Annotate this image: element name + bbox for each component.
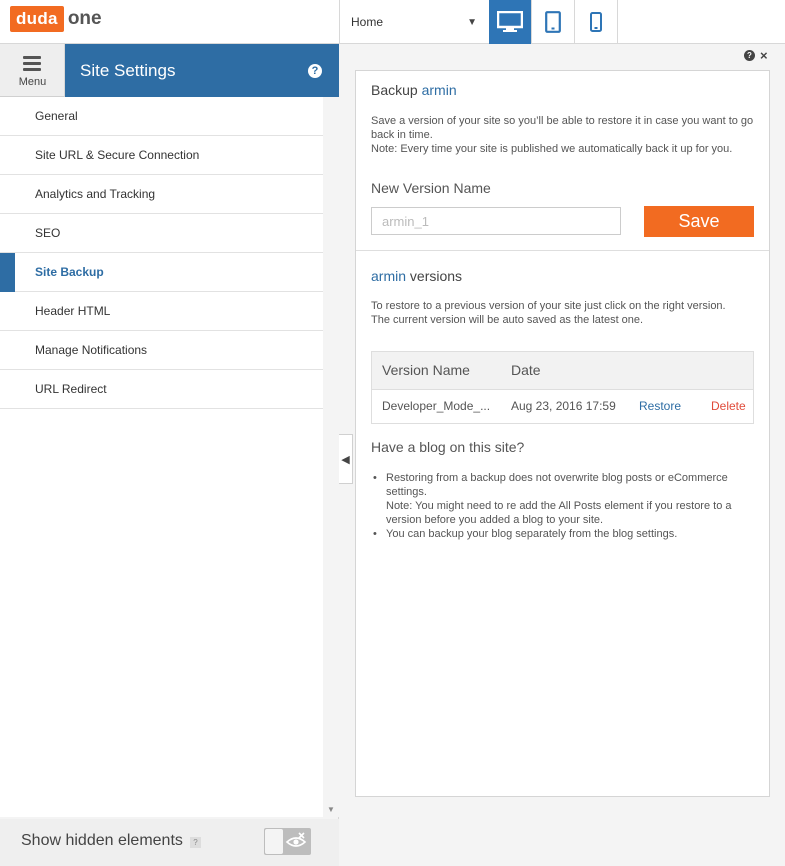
table-row: Developer_Mode_... Aug 23, 2016 17:59 Re… [372,390,753,423]
sidebar-item-site-backup[interactable]: Site Backup [0,253,323,292]
blog-bullet-note: Note: You might need to re add the All P… [386,500,732,526]
sidebar-item-general[interactable]: General [0,97,323,136]
mobile-view-button[interactable] [575,0,618,44]
sidebar-header: Menu Site Settings ? [0,44,339,97]
close-icon[interactable]: × [760,49,768,62]
save-button[interactable]: Save [644,206,754,237]
top-bar: duda one Home ▼ [0,0,785,44]
menu-button[interactable]: Menu [0,44,65,97]
restore-link[interactable]: Restore [639,399,681,413]
versions-heading: armin versions [371,268,462,284]
toggle-knob [265,829,283,854]
panel-help-icon[interactable]: ? [744,50,755,61]
eye-hidden-icon [285,832,307,847]
hamburger-icon [23,56,41,74]
blog-info-list: Restoring from a backup does not overwri… [371,471,756,541]
show-hidden-label: Show hidden elements [21,832,183,849]
backup-heading: Backup armin [371,82,457,98]
restore-description: To restore to a previous version of your… [371,299,756,327]
site-name: armin [421,82,457,98]
logo-text: one [67,8,102,29]
table-header: Version Name Date [372,352,753,390]
blog-heading: Have a blog on this site? [371,439,525,455]
chevron-down-icon: ▼ [467,17,477,28]
versions-heading-suffix: versions [409,268,463,284]
collapse-panel-button[interactable]: ◀ [339,434,353,484]
sidebar-item-url-redirect[interactable]: URL Redirect [0,370,323,409]
versions-table: Version Name Date Developer_Mode_... Aug… [371,351,754,424]
sidebar-item-seo[interactable]: SEO [0,214,323,253]
restore-note: The current version will be auto saved a… [371,314,644,326]
show-hidden-toggle[interactable] [264,828,311,855]
new-version-name-input[interactable] [371,207,621,235]
page-select[interactable]: Home ▼ [339,0,489,44]
backup-description-text: Save a version of your site so you’ll be… [371,115,754,141]
settings-nav: General Site URL & Secure Connection Ana… [0,97,323,817]
panel-controls: ? × [744,49,768,62]
logo-mark: duda [10,6,64,32]
column-header-version-name: Version Name [382,362,470,378]
site-backup-panel: Backup armin Save a version of your site… [355,70,770,797]
backup-section: Backup armin Save a version of your site… [356,71,769,251]
sidebar-item-site-url[interactable]: Site URL & Secure Connection [0,136,323,175]
sidebar-footer: Show hidden elements ? [0,819,339,866]
chevron-left-icon: ◀ [341,454,350,466]
sidebar: Menu Site Settings ? General Site URL & … [0,44,339,866]
app-root: duda one Home ▼ Menu Site Settings ? Gen… [0,0,785,866]
backup-description: Save a version of your site so you’ll be… [371,114,756,156]
sidebar-item-header-html[interactable]: Header HTML [0,292,323,331]
blog-bullet-text: You can backup your blog separately from… [386,528,678,540]
delete-link[interactable]: Delete [711,399,746,413]
panel-area: ◀ ? × Backup armin Save a version of you… [339,44,785,866]
sidebar-item-analytics[interactable]: Analytics and Tracking [0,175,323,214]
scroll-down-icon[interactable]: ▼ [323,803,339,817]
sidebar-title-text: Site Settings [80,61,176,80]
sidebar-scrollbar[interactable]: ▼ [323,97,339,817]
duda-one-logo: duda one [10,6,102,32]
desktop-view-button[interactable] [489,0,532,44]
blog-bullet-text: Restoring from a backup does not overwri… [386,472,728,498]
sidebar-title: Site Settings ? [65,44,339,97]
restore-description-text: To restore to a previous version of your… [371,300,726,312]
help-icon[interactable]: ? [308,64,322,78]
tablet-view-button[interactable] [532,0,575,44]
versions-site-name: armin [371,268,407,284]
menu-label: Menu [18,76,47,88]
backup-note: Note: Every time your site is published … [371,143,733,155]
version-name-cell: Developer_Mode_... [382,399,491,413]
backup-heading-prefix: Backup [371,82,418,98]
mobile-icon [590,12,602,32]
hidden-elements-help-icon[interactable]: ? [190,837,201,848]
new-version-label: New Version Name [371,180,491,196]
sidebar-item-notifications[interactable]: Manage Notifications [0,331,323,370]
version-date-cell: Aug 23, 2016 17:59 [511,399,616,413]
list-item: Restoring from a backup does not overwri… [371,471,756,527]
desktop-icon [497,11,523,32]
column-header-date: Date [511,362,541,378]
page-select-value: Home [351,15,384,29]
tablet-icon [545,11,561,33]
list-item: You can backup your blog separately from… [371,527,756,541]
